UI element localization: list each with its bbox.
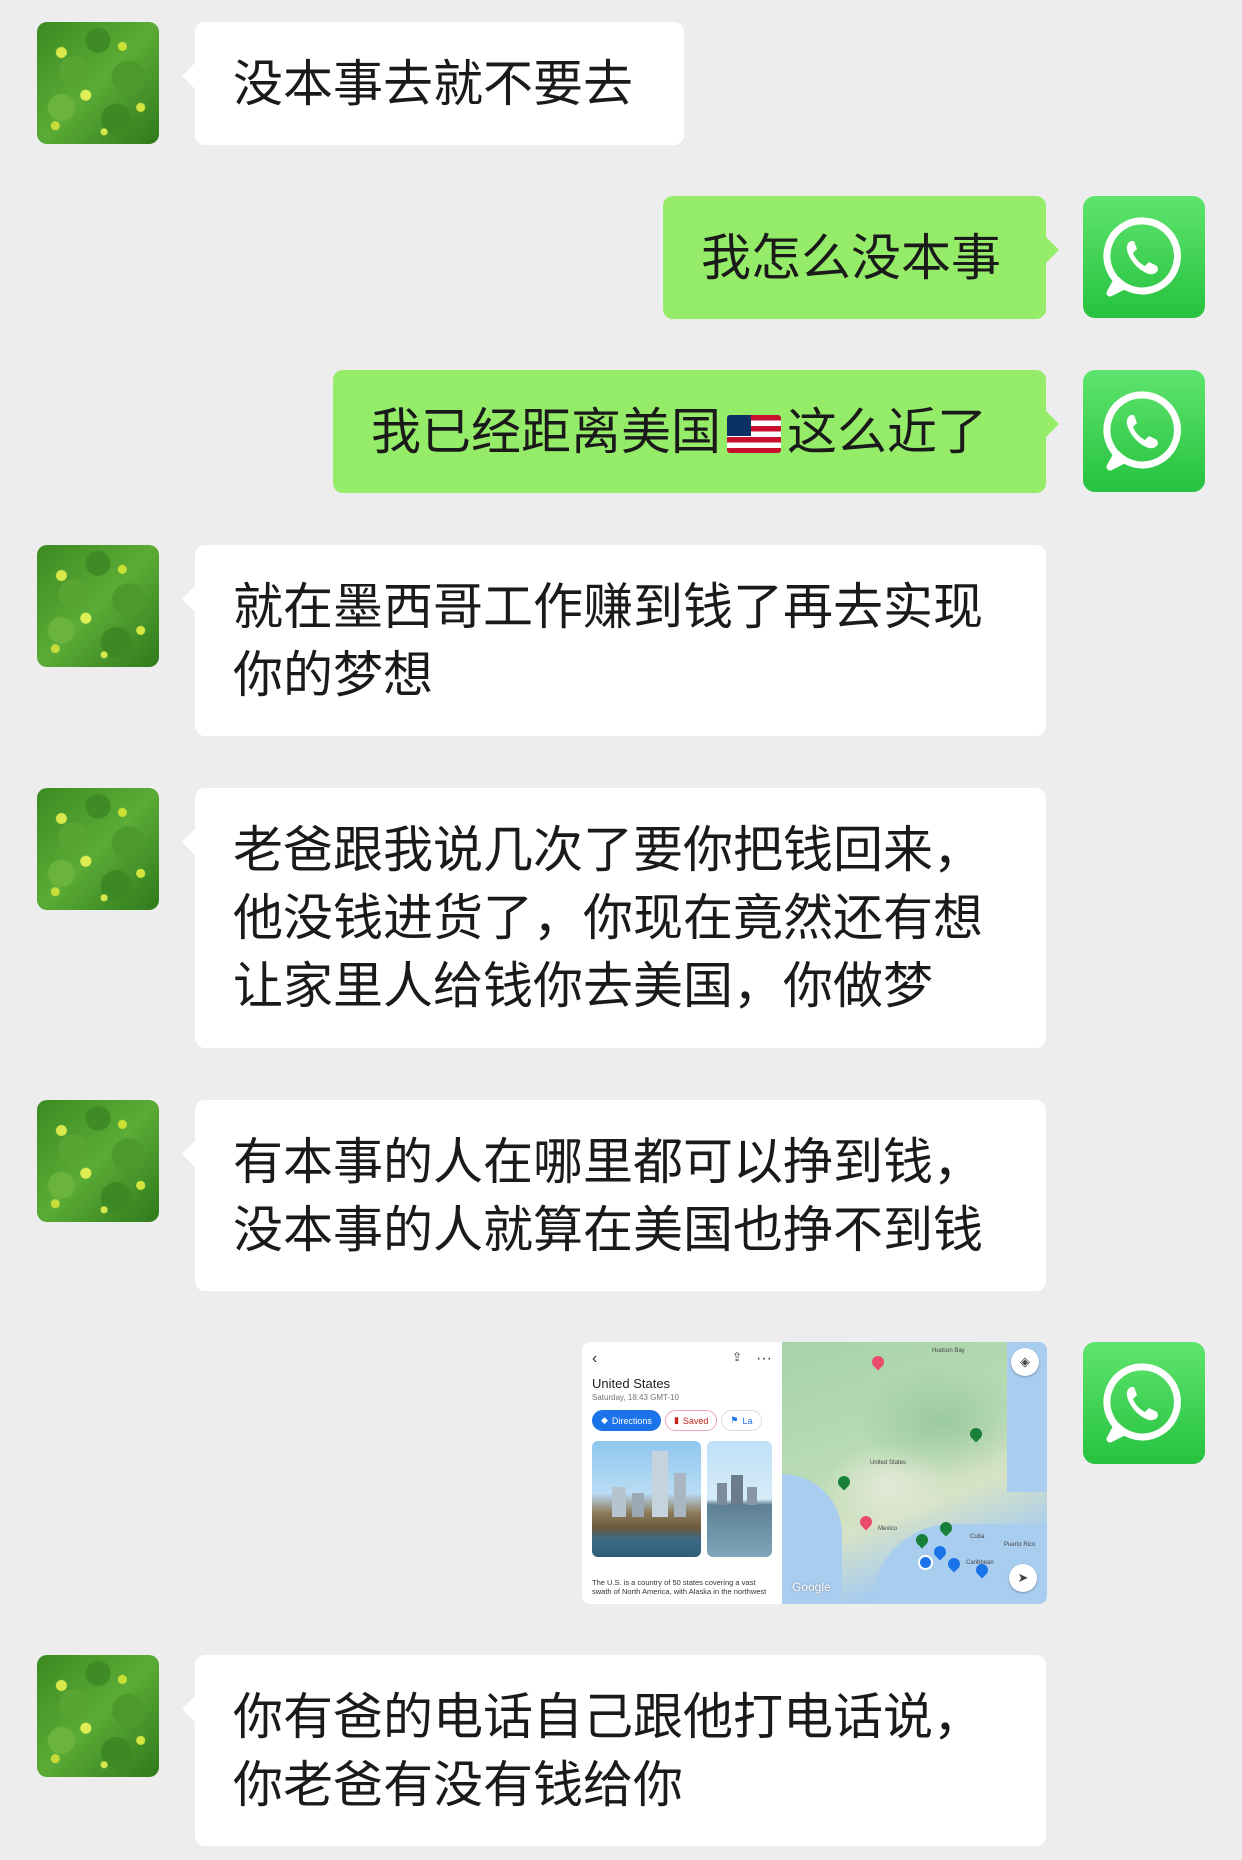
message-bubble[interactable]: 我已经距离美国 这么近了 (333, 370, 1059, 493)
message-text: 你有爸的电话自己跟他打电话说，你老爸有没有钱给你 (233, 1688, 983, 1814)
bookmark-icon: ▮ (673, 1415, 679, 1425)
map-pin (835, 1473, 853, 1491)
message-text: 我怎么没本事 (701, 229, 1001, 287)
my-avatar[interactable] (1083, 196, 1205, 318)
contact-avatar[interactable] (37, 545, 159, 667)
flag-icon: ⚑ (730, 1415, 739, 1425)
map-label: Puerto Rico (1004, 1542, 1036, 1548)
whatsapp-icon (1103, 217, 1181, 297)
place-title: United States (592, 1376, 671, 1391)
contact-avatar[interactable] (37, 1655, 159, 1777)
message-text: 有本事的人在哪里都可以挣到钱，没本事的人就算在美国也挣不到钱 (233, 1133, 983, 1259)
place-panel: ‹ ⇪ ··· United States Saturday, 18:43 GM… (582, 1342, 782, 1604)
place-photo (706, 1441, 772, 1557)
message-text: 老爸跟我说几次了要你把钱回来，他没钱进货了，你现在竟然还有想让家里人给钱你去美国… (233, 821, 983, 1015)
map-pin (857, 1513, 875, 1531)
message-bubble[interactable]: 有本事的人在哪里都可以挣到钱，没本事的人就算在美国也挣不到钱 (182, 1100, 1046, 1291)
directions-chip: ◆ Directions (592, 1410, 661, 1431)
back-icon: ‹ (592, 1350, 598, 1367)
whatsapp-icon (1103, 1363, 1181, 1443)
contact-avatar[interactable] (37, 1100, 159, 1222)
message-text: 就在墨西哥工作赚到钱了再去实现你的梦想 (233, 578, 983, 704)
map-label: Mexico (878, 1526, 898, 1532)
map-label: Cuba (970, 1534, 985, 1540)
saved-chip: ▮ Saved (664, 1410, 718, 1431)
place-description: The U.S. is a country of 50 states cover… (592, 1578, 767, 1596)
current-location-dot (918, 1555, 933, 1570)
message-bubble[interactable]: 老爸跟我说几次了要你把钱回来，他没钱进货了，你现在竟然还有想让家里人给钱你去美国… (182, 788, 1046, 1048)
message-bubble[interactable]: 就在墨西哥工作赚到钱了再去实现你的梦想 (182, 545, 1046, 736)
message-text: 这么近了 (787, 403, 987, 461)
message-bubble[interactable]: 我怎么没本事 (663, 196, 1059, 319)
message-text: 没本事去就不要去 (233, 55, 633, 113)
map-pin (967, 1425, 985, 1443)
message-text: 我已经距离美国 (371, 403, 721, 461)
contact-avatar[interactable] (37, 788, 159, 910)
map-pin (869, 1353, 887, 1371)
list-chip: ⚑ La (721, 1410, 762, 1431)
message-bubble[interactable]: 你有爸的电话自己跟他打电话说，你老爸有没有钱给你 (182, 1655, 1046, 1846)
directions-icon: ◆ (601, 1415, 608, 1425)
share-icon: ⇪ (731, 1350, 743, 1364)
navigate-icon: ➤ (1009, 1564, 1037, 1592)
google-logo: Google (792, 1580, 831, 1594)
map-label: Hudson Bay (932, 1348, 965, 1354)
map-view: Hudson Bay United States Mexico Cuba Pue… (782, 1342, 1047, 1604)
map-label: United States (870, 1460, 907, 1466)
image-message[interactable]: ‹ ⇪ ··· United States Saturday, 18:43 GM… (582, 1342, 1047, 1604)
place-photo (592, 1441, 701, 1557)
message-bubble[interactable]: 没本事去就不要去 (182, 22, 684, 145)
us-flag-icon (727, 415, 781, 453)
layers-icon: ◈ (1011, 1348, 1039, 1376)
my-avatar[interactable] (1083, 1342, 1205, 1464)
my-avatar[interactable] (1083, 370, 1205, 492)
whatsapp-icon (1103, 391, 1181, 471)
more-icon: ··· (756, 1350, 772, 1367)
contact-avatar[interactable] (37, 22, 159, 144)
place-subtitle: Saturday, 18:43 GMT-10 (592, 1393, 680, 1402)
